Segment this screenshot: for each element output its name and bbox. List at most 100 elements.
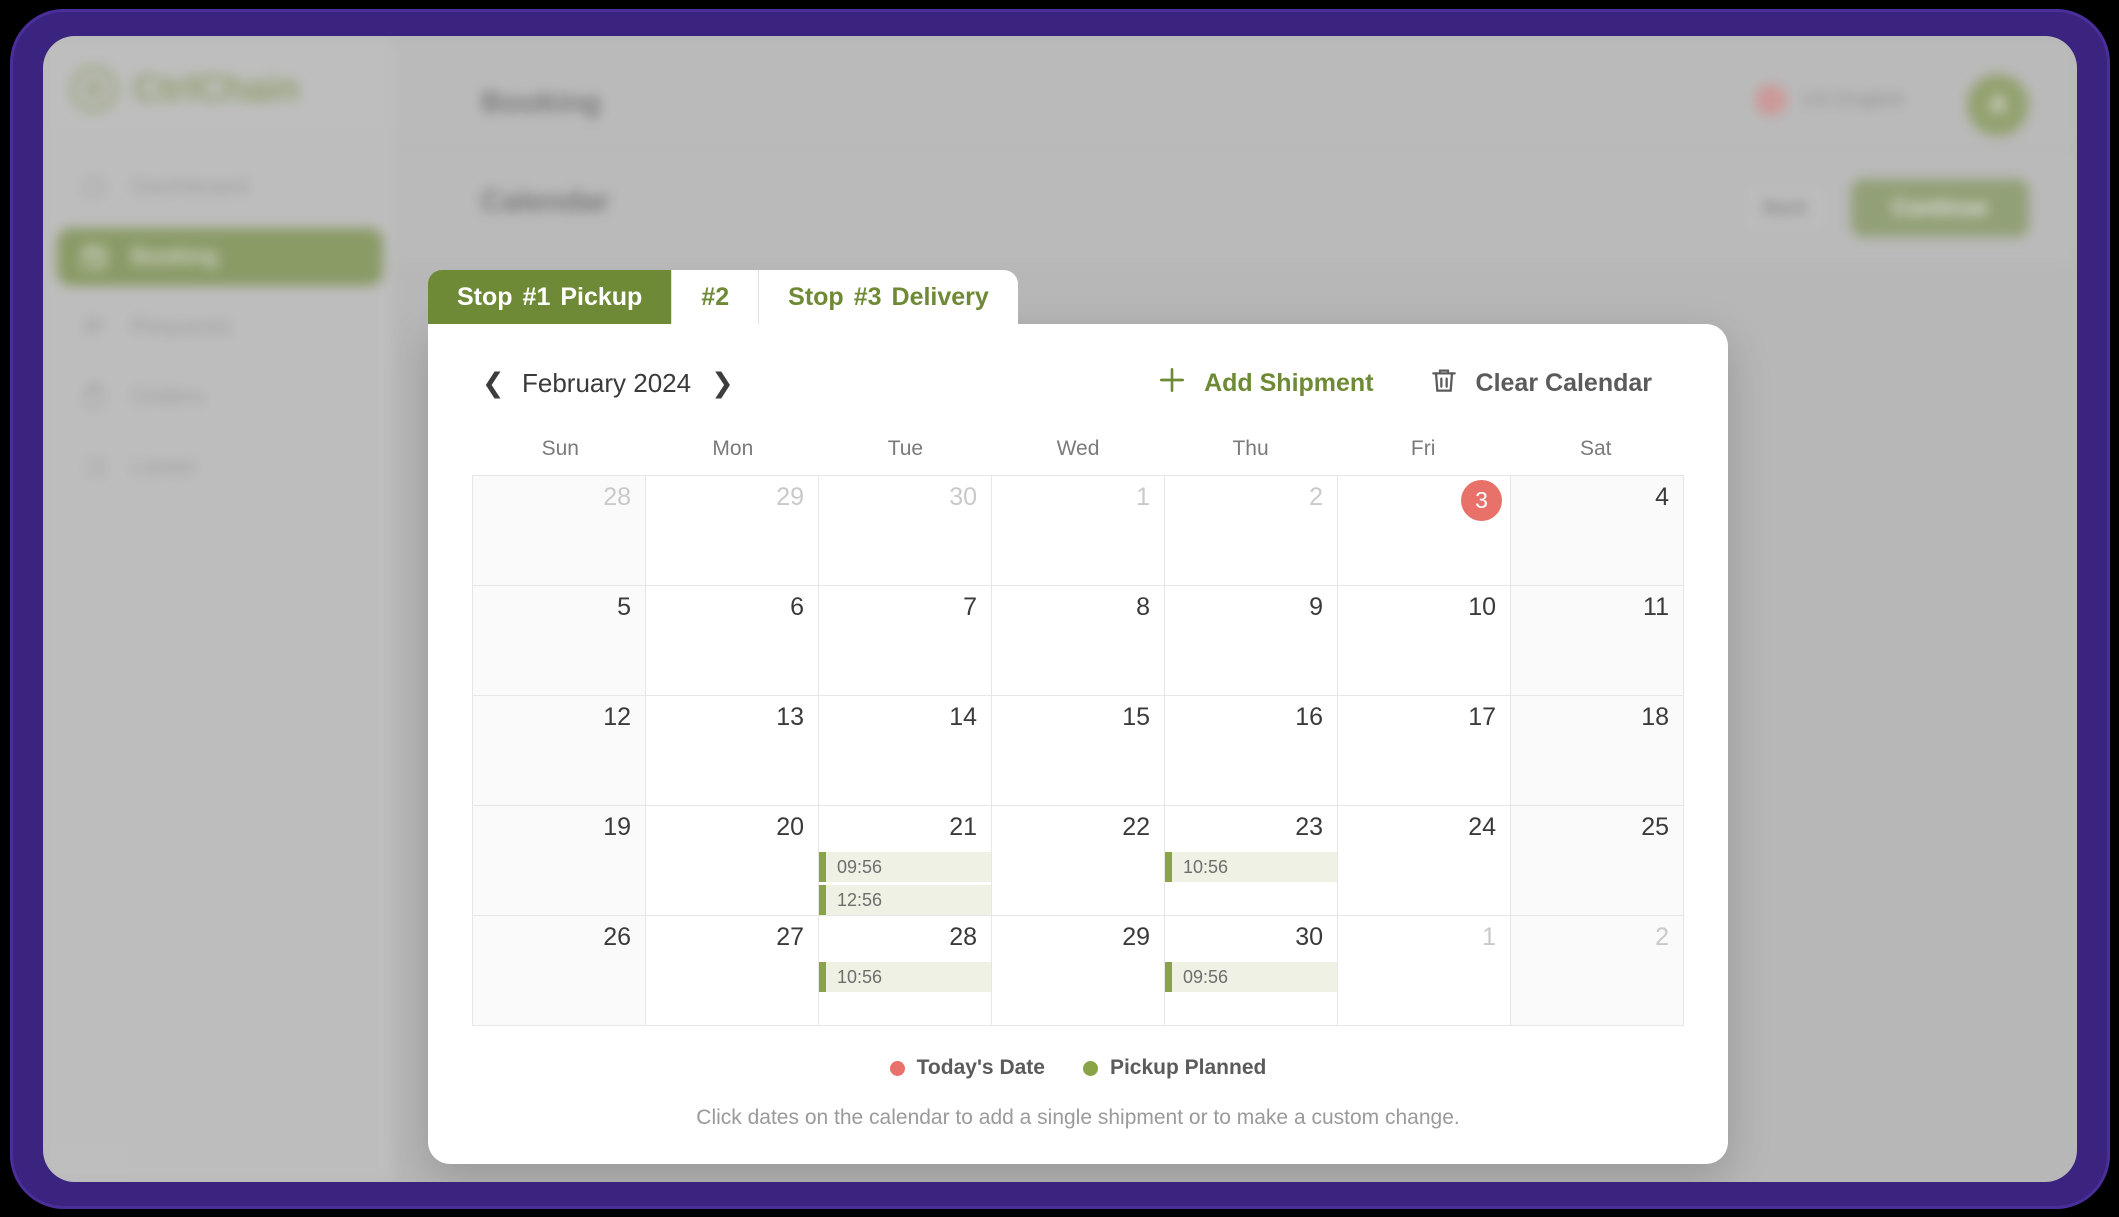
day-number: 11 xyxy=(1643,593,1669,621)
calendar-day-cell[interactable]: 16 xyxy=(1165,696,1338,806)
shipment-event[interactable]: 09:56 xyxy=(819,852,991,882)
day-events: 10:56 xyxy=(819,962,991,995)
day-number: 17 xyxy=(1468,703,1496,731)
chevron-left-icon[interactable]: ❮ xyxy=(482,370,505,397)
calendar-day-cell[interactable]: 21 09:56 12:56 xyxy=(819,806,992,916)
weekday-header: Fri xyxy=(1410,437,1436,460)
day-number: 2 xyxy=(1655,923,1669,951)
tab-prefix: Stop xyxy=(788,282,844,311)
day-number: 10 xyxy=(1468,593,1496,621)
calendar-day-cell[interactable]: 11 xyxy=(1511,586,1684,696)
sidebar-label: Booking xyxy=(131,243,218,270)
shipment-event[interactable]: 12:56 xyxy=(819,885,991,915)
calendar-day-cell[interactable]: 30 xyxy=(819,476,992,586)
chevron-right-icon[interactable]: ❯ xyxy=(711,370,734,397)
topbar: Booking US English A xyxy=(393,36,2077,149)
calendar-day-cell[interactable]: 13 xyxy=(646,696,819,806)
day-number: 5 xyxy=(617,593,631,621)
calendar-day-cell[interactable]: 19 xyxy=(473,806,646,916)
sidebar: CtrlChain Dashboard Booking Requests Ord… xyxy=(43,36,393,1182)
calendar-day-cell[interactable]: 8 xyxy=(992,586,1165,696)
calendar-day-cell[interactable]: 28 10:56 xyxy=(819,916,992,1026)
tab-suffix: Delivery xyxy=(891,282,989,311)
day-number: 15 xyxy=(1122,703,1150,731)
calendar-day-cell[interactable]: 2 xyxy=(1511,916,1684,1026)
calendar-modal: Stop #1 Pickup #2 Stop #3 Delivery ❮ Feb… xyxy=(428,270,1728,1164)
day-number: 18 xyxy=(1641,703,1669,731)
calendar-day-cell[interactable]: 18 xyxy=(1511,696,1684,806)
day-number: 30 xyxy=(949,483,977,511)
continue-button[interactable]: Continue xyxy=(1851,179,2029,237)
people-icon xyxy=(79,312,109,342)
sidebar-label: Dashboard xyxy=(131,173,249,200)
legend-label: Today's Date xyxy=(916,1056,1045,1079)
avatar[interactable]: A xyxy=(1967,74,2029,136)
day-events: 09:56 xyxy=(1165,962,1337,995)
day-number: 1 xyxy=(1482,923,1496,951)
calendar-day-cell[interactable]: 14 xyxy=(819,696,992,806)
sidebar-item-requests[interactable]: Requests xyxy=(57,298,383,356)
calendar-day-cell[interactable]: 15 xyxy=(992,696,1165,806)
sidebar-item-dashboard[interactable]: Dashboard xyxy=(57,158,383,216)
calendar-day-cell[interactable]: 4 xyxy=(1511,476,1684,586)
day-number: 26 xyxy=(603,923,631,951)
calendar-day-cell[interactable]: 7 xyxy=(819,586,992,696)
weekday-header: Mon xyxy=(712,437,754,460)
calendar-day-cell[interactable]: 24 xyxy=(1338,806,1511,916)
tab-stop-2[interactable]: #2 xyxy=(671,270,759,324)
day-number: 28 xyxy=(603,483,631,511)
tab-number: #2 xyxy=(701,282,730,311)
calendar-day-cell[interactable]: 26 xyxy=(473,916,646,1026)
calendar-hint: Click dates on the calendar to add a sin… xyxy=(696,1106,1460,1129)
shipment-event[interactable]: 09:56 xyxy=(1165,962,1337,992)
calendar-actions: Add Shipment Clear Calendar xyxy=(1156,364,1652,403)
legend-dot-icon xyxy=(889,1060,905,1076)
calendar-day-cell[interactable]: 29 xyxy=(646,476,819,586)
day-number: 14 xyxy=(949,703,977,731)
calendar-day-cell[interactable]: 20 xyxy=(646,806,819,916)
legend-label: Pickup Planned xyxy=(1109,1056,1267,1079)
weekday-header: Thu xyxy=(1232,437,1269,460)
calendar-day-cell[interactable]: 30 09:56 xyxy=(1165,916,1338,1026)
clear-calendar-button[interactable]: Clear Calendar xyxy=(1428,364,1652,403)
day-number: 16 xyxy=(1295,703,1323,731)
calendar-day-cell[interactable]: 17 xyxy=(1338,696,1511,806)
sidebar-item-orders[interactable]: Orders xyxy=(57,368,383,426)
day-number: 19 xyxy=(603,813,631,841)
calendar-day-cell[interactable]: 5 xyxy=(473,586,646,696)
tab-stop-1-pickup[interactable]: Stop #1 Pickup xyxy=(428,270,672,324)
sidebar-label: Lanes xyxy=(131,453,197,480)
add-shipment-button[interactable]: Add Shipment xyxy=(1156,364,1374,403)
calendar-day-cell[interactable]: 9 xyxy=(1165,586,1338,696)
calendar-day-cell[interactable]: 28 xyxy=(473,476,646,586)
calendar-day-cell[interactable]: 12 xyxy=(473,696,646,806)
tab-prefix: Stop xyxy=(457,282,513,311)
shipment-event[interactable]: 10:56 xyxy=(819,962,991,992)
ctrlchain-target-icon xyxy=(71,66,117,112)
language-selector[interactable]: US English xyxy=(1755,84,1905,116)
sidebar-item-lanes[interactable]: Lanes xyxy=(57,438,383,496)
today-badge: 3 xyxy=(1461,480,1502,521)
calendar-day-cell[interactable]: 22 xyxy=(992,806,1165,916)
calendar-day-cell[interactable]: 1 xyxy=(1338,916,1511,1026)
calendar-day-cell[interactable]: 1 xyxy=(992,476,1165,586)
calendar-day-cell[interactable]: 29 xyxy=(992,916,1165,1026)
tab-stop-3-delivery[interactable]: Stop #3 Delivery xyxy=(758,270,1018,324)
weekday-header-row: Sun Mon Tue Wed Thu Fri Sat xyxy=(472,437,1684,461)
add-shipment-label: Add Shipment xyxy=(1204,369,1374,397)
calendar-day-cell[interactable]: 10 xyxy=(1338,586,1511,696)
calendar-day-cell[interactable]: 23 10:56 xyxy=(1165,806,1338,916)
plus-icon xyxy=(1156,364,1188,403)
day-events: 09:56 12:56 xyxy=(819,852,991,918)
calendar-day-cell[interactable]: 3 xyxy=(1338,476,1511,586)
page-title: Booking xyxy=(481,86,601,119)
weekday-header: Sun xyxy=(541,437,579,460)
day-number: 1 xyxy=(1136,483,1150,511)
calendar-day-cell[interactable]: 2 xyxy=(1165,476,1338,586)
calendar-day-cell[interactable]: 25 xyxy=(1511,806,1684,916)
back-button[interactable]: Back xyxy=(1739,179,1831,237)
sidebar-item-booking[interactable]: Booking xyxy=(57,228,383,286)
calendar-day-cell[interactable]: 27 xyxy=(646,916,819,1026)
shipment-event[interactable]: 10:56 xyxy=(1165,852,1337,882)
calendar-day-cell[interactable]: 6 xyxy=(646,586,819,696)
